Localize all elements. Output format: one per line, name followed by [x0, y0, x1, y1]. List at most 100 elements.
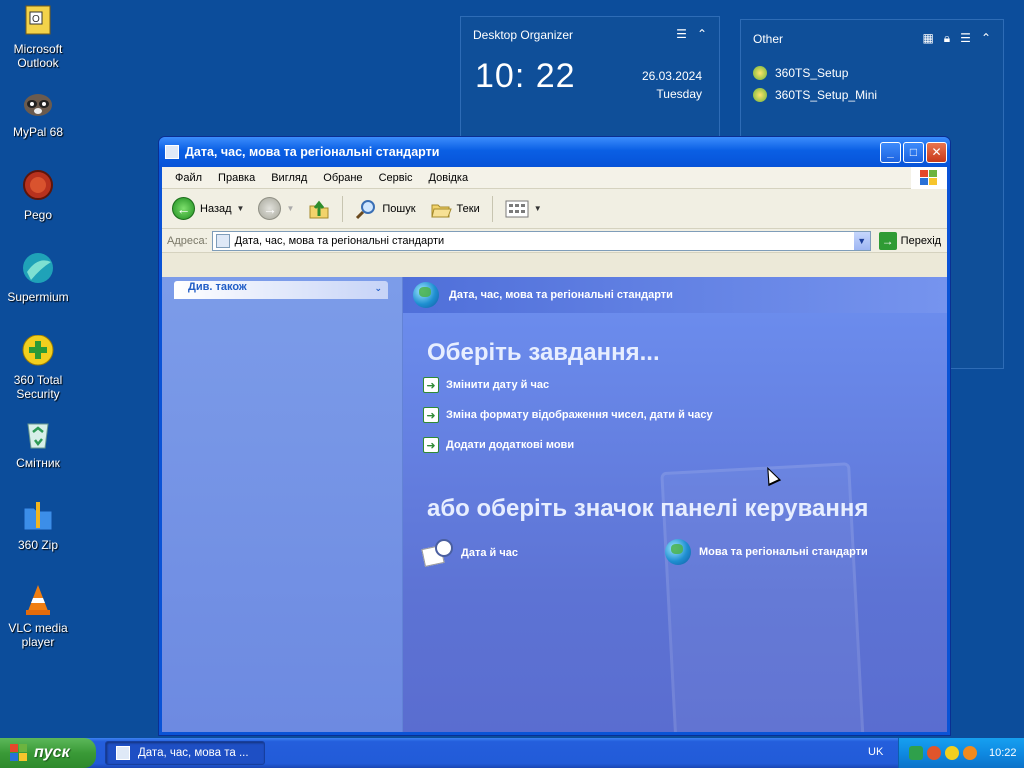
- address-value: Дата, час, мова та регіональні стандарти: [234, 234, 445, 247]
- task-arrow-icon: ➜: [423, 437, 439, 453]
- control-panel-icon: [215, 233, 230, 248]
- task-arrow-icon: ➜: [423, 407, 439, 423]
- desktop-icon-label: Microsoft Outlook: [13, 42, 63, 70]
- hamburger-menu-icon[interactable]: ☰: [960, 31, 971, 46]
- language-indicator[interactable]: UK: [868, 746, 883, 758]
- back-arrow-icon: ←: [172, 197, 195, 220]
- widget-controls: ☰ ⌃: [676, 27, 707, 41]
- chevron-up-icon[interactable]: ⌃: [981, 31, 991, 46]
- maximize-button[interactable]: □: [903, 141, 924, 163]
- desktop-icon-outlook[interactable]: O Microsoft Outlook: [0, 4, 76, 70]
- chevron-down-icon[interactable]: ▼: [534, 204, 542, 213]
- forward-arrow-icon: →: [258, 197, 282, 220]
- tray-360-security-icon[interactable]: [945, 746, 959, 760]
- supermium-icon: [21, 252, 55, 286]
- up-folder-button[interactable]: [304, 196, 334, 222]
- chevron-down-icon[interactable]: ▼: [237, 204, 245, 213]
- task-arrow-icon: ➜: [423, 377, 439, 393]
- control-panel-window: Дата, час, мова та регіональні стандарти…: [158, 136, 951, 736]
- window-body: Файл Правка Вигляд Обране Сервіс Довідка…: [162, 166, 947, 732]
- task-link-change-format[interactable]: ➜ Зміна формату відображення чисел, дати…: [423, 407, 713, 423]
- desktop-icon-mypal[interactable]: MyPal 68: [0, 87, 76, 139]
- address-input[interactable]: Дата, час, мова та регіональні стандарти…: [211, 230, 871, 251]
- menu-file[interactable]: Файл: [168, 172, 209, 184]
- address-label: Адреса:: [167, 234, 208, 247]
- desktop-icon-vlc[interactable]: VLC media player: [0, 583, 76, 649]
- widget-title: Other: [753, 32, 784, 46]
- desktop-icon-label: Supermium: [7, 290, 69, 304]
- start-button[interactable]: пуск: [0, 738, 96, 768]
- lock-icon[interactable]: 🔒︎: [944, 31, 950, 46]
- back-button[interactable]: ← Назад ▼: [168, 195, 248, 222]
- regional-settings-applet[interactable]: Мова та регіональні стандарти: [665, 539, 868, 565]
- toolbar: ← Назад ▼ → ▼ Пошук Теки ▼: [162, 189, 947, 229]
- installer-icon: [753, 88, 767, 102]
- task-link-add-languages[interactable]: ➜ Додати додаткові мови: [423, 437, 574, 453]
- tray-search-icon[interactable]: [963, 746, 977, 760]
- back-label: Назад: [200, 202, 232, 215]
- folders-button[interactable]: Теки: [426, 196, 484, 222]
- tray-clock[interactable]: 10:22: [989, 747, 1017, 759]
- task-label: Зміна формату відображення чисел, дати й…: [446, 409, 713, 421]
- desktop-icon-recycle-bin[interactable]: Смітник: [0, 418, 76, 470]
- task-label: Змінити дату й час: [446, 379, 550, 391]
- desktop-icon-supermium[interactable]: Supermium: [0, 252, 76, 304]
- minimize-button[interactable]: _: [880, 141, 901, 163]
- widget-file-item[interactable]: 360TS_Setup: [753, 66, 848, 80]
- task-link-change-date-time[interactable]: ➜ Змінити дату й час: [423, 377, 549, 393]
- search-button[interactable]: Пошук: [351, 196, 419, 222]
- windows-flag-icon: [10, 744, 28, 762]
- taskbar-window-label: Дата, час, мова та ...: [138, 747, 249, 759]
- task-label: Додати додаткові мови: [446, 439, 575, 451]
- desktop-icon-360-zip[interactable]: 360 Zip: [0, 500, 76, 552]
- tray-network-icon[interactable]: [909, 746, 923, 760]
- go-button[interactable]: → Перехід: [878, 231, 941, 250]
- views-icon: [505, 200, 529, 217]
- menu-help[interactable]: Довідка: [422, 172, 476, 184]
- start-label: пуск: [34, 744, 70, 761]
- date-time-applet[interactable]: Дата й час: [421, 539, 518, 567]
- window-buttons: _ □ ✕: [880, 141, 950, 163]
- taskbar-window-button[interactable]: Дата, час, мова та ...: [105, 741, 265, 765]
- grid-icon[interactable]: ▦: [922, 31, 933, 46]
- window-titlebar[interactable]: Дата, час, мова та регіональні стандарти…: [159, 137, 950, 167]
- menu-edit[interactable]: Правка: [211, 172, 262, 184]
- windows-logo-icon: [911, 166, 947, 189]
- forward-button[interactable]: → ▼: [254, 195, 298, 222]
- views-button[interactable]: ▼: [501, 197, 546, 221]
- system-tray: 10:22: [898, 738, 1024, 768]
- menu-bar: Файл Правка Вигляд Обране Сервіс Довідка: [162, 166, 947, 189]
- menu-favorites[interactable]: Обране: [316, 172, 369, 184]
- control-panel-icon: [116, 746, 130, 760]
- outlook-icon: O: [21, 4, 55, 38]
- hamburger-menu-icon[interactable]: ☰: [676, 27, 687, 41]
- desktop-icon-360-total-security[interactable]: 360 Total Security: [0, 334, 76, 401]
- toolbar-separator: [342, 195, 344, 222]
- desktop-organizer-widget: Desktop Organizer ☰ ⌃ 10: 22 26.03.2024 …: [460, 16, 720, 141]
- chevron-up-icon[interactable]: ⌃: [697, 27, 707, 41]
- see-also-panel-header[interactable]: Див. також ⌄: [174, 281, 388, 299]
- search-icon: [356, 199, 376, 219]
- desktop-icon-label: Смітник: [16, 456, 60, 470]
- desktop-icon-label: MyPal 68: [12, 125, 64, 139]
- task-pane: Див. також ⌄: [162, 277, 403, 732]
- chevron-down-icon[interactable]: ▼: [286, 204, 294, 213]
- zip-folder-icon: [21, 500, 55, 534]
- recycle-bin-icon: [21, 418, 55, 452]
- tray-pego-icon[interactable]: [927, 746, 941, 760]
- toolbar-separator: [491, 195, 493, 222]
- desktop-icon-pego[interactable]: Pego: [0, 170, 76, 222]
- chevron-down-icon[interactable]: ⌄: [374, 282, 382, 294]
- desktop-icon-label: Pego: [23, 208, 53, 222]
- menu-tools[interactable]: Сервіс: [372, 172, 420, 184]
- chevron-down-icon[interactable]: ▼: [853, 231, 870, 250]
- widget-file-label: 360TS_Setup: [775, 66, 849, 80]
- close-button[interactable]: ✕: [926, 141, 947, 163]
- widget-controls: ▦ 🔒︎ ☰ ⌃: [922, 31, 991, 46]
- widget-file-item[interactable]: 360TS_Setup_Mini: [753, 88, 877, 102]
- globe-clock-icon: [413, 282, 439, 308]
- pick-icon-heading: або оберіть значок панелі керування: [427, 495, 869, 522]
- menu-view[interactable]: Вигляд: [264, 172, 314, 184]
- see-also-label: Див. також: [188, 281, 247, 293]
- pego-icon: [21, 170, 55, 204]
